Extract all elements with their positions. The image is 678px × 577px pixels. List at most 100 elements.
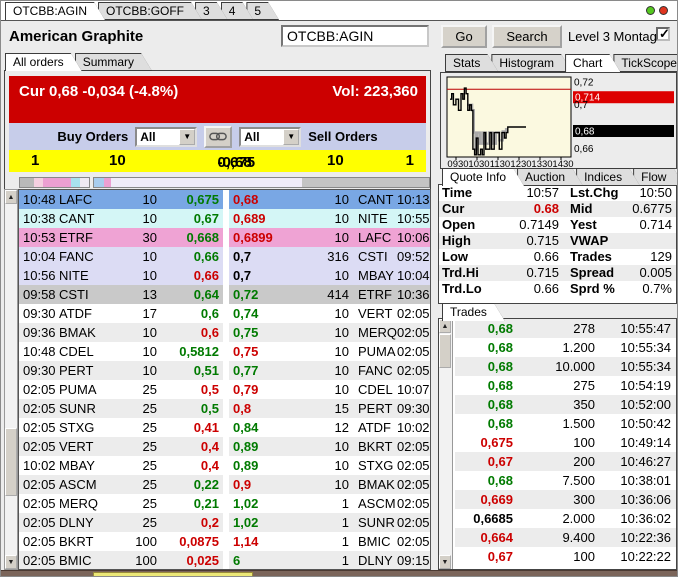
status-dot-red-icon[interactable] xyxy=(659,6,668,15)
scroll-up-arrow-icon[interactable]: ▲ xyxy=(439,319,451,333)
ask-size: 15 xyxy=(293,399,349,418)
svg-text:1230: 1230 xyxy=(510,159,531,168)
search-button[interactable]: Search xyxy=(492,25,562,48)
scrollbar-thumb[interactable] xyxy=(439,334,451,368)
trade-price: 0,67 xyxy=(455,452,513,471)
scroll-down-arrow-icon[interactable]: ▼ xyxy=(5,555,17,569)
trade-price: 0,67 xyxy=(455,547,513,566)
trade-row[interactable]: 0,681.50010:50:42 xyxy=(455,414,676,433)
symbol-input[interactable] xyxy=(281,25,429,47)
go-button[interactable]: Go xyxy=(441,25,487,48)
trade-row[interactable]: 0,6649.40010:22:36 xyxy=(455,528,676,547)
tab-all-orders[interactable]: All orders xyxy=(5,53,82,71)
book-row[interactable]: 09:30ATDF170,60,7410VERT02:05 xyxy=(19,304,430,323)
quote-label: Trades xyxy=(559,249,621,265)
ask-time: 10:36 xyxy=(397,285,430,304)
tab-trades[interactable]: Trades xyxy=(442,303,505,321)
book-row[interactable]: 02:05BMIC1000,02561DLNY09:15 xyxy=(19,551,430,570)
tab-stats[interactable]: Stats xyxy=(445,54,498,72)
trades-scrollbar[interactable]: ▲ ▼ xyxy=(439,319,453,569)
scrollbar-thumb[interactable] xyxy=(5,428,17,496)
trade-row[interactable]: 0,6810.00010:55:34 xyxy=(455,357,676,376)
trade-row[interactable]: 0,67510010:49:14 xyxy=(455,433,676,452)
ask-size: 10 xyxy=(293,190,349,209)
book-row[interactable]: 10:48CDEL100,58120,7510PUMA02:05 xyxy=(19,342,430,361)
trade-row[interactable]: 0,6720010:46:27 xyxy=(455,452,676,471)
trade-row[interactable]: 0,66930010:36:06 xyxy=(455,490,676,509)
depth-segment xyxy=(104,178,111,187)
best-bid-ask-bar: 1 10 0,675-0,68 10 1 xyxy=(9,150,426,172)
book-row[interactable]: 10:53ETRF300,6680,689910LAFC10:06 xyxy=(19,228,430,247)
ask-time: 02:05 xyxy=(397,437,430,456)
book-row[interactable]: 02:05SUNR250,50,815PERT09:30 xyxy=(19,399,430,418)
book-row[interactable]: 02:05STXG250,410,8412ATDF10:02 xyxy=(19,418,430,437)
ask-size: 10 xyxy=(293,342,349,361)
book-row[interactable]: 02:05ASCM250,220,910BMAK02:05 xyxy=(19,475,430,494)
book-row[interactable]: 09:36BMAK100,60,7510MERQ02:05 xyxy=(19,323,430,342)
ask-time: 09:30 xyxy=(397,399,430,418)
svg-text:1430: 1430 xyxy=(552,159,573,168)
book-row[interactable]: 02:05BKRT1000,08751,141BMIC02:05 xyxy=(19,532,430,551)
link-filters-button[interactable] xyxy=(204,126,232,148)
trade-row[interactable]: 0,66852.00010:36:02 xyxy=(455,509,676,528)
book-row[interactable]: 10:48LAFC100,6750,6810CANT10:13 xyxy=(19,190,430,209)
trade-row[interactable]: 0,6835010:52:00 xyxy=(455,395,676,414)
tab-otcbb-goff[interactable]: OTCBB:GOFF xyxy=(98,2,202,20)
ask-mm-code: BMAK xyxy=(349,475,397,494)
tab-chart[interactable]: Chart xyxy=(565,54,620,72)
tab-tickscope[interactable]: TickScope xyxy=(613,54,678,72)
trade-size: 1.200 xyxy=(513,338,595,357)
tab-otcbb-agin[interactable]: OTCBB:AGIN xyxy=(5,2,105,20)
tab-auction[interactable]: Auction xyxy=(517,168,583,186)
book-row[interactable]: 09:58CSTI130,640,72414ETRF10:36 xyxy=(19,285,430,304)
book-row[interactable]: 10:04FANC100,660,7316CSTI09:52 xyxy=(19,247,430,266)
bid-time: 02:05 xyxy=(19,380,59,399)
tab-flow[interactable]: Flow xyxy=(633,168,678,186)
chevron-down-icon[interactable]: ▼ xyxy=(283,129,299,145)
level3-montage-checkbox[interactable] xyxy=(656,27,670,41)
trade-row[interactable]: 0,687.50010:38:01 xyxy=(455,471,676,490)
tab-summary[interactable]: Summary xyxy=(75,53,152,71)
bid-size: 25 xyxy=(105,513,163,532)
bid-size: 100 xyxy=(105,551,163,570)
bid-size: 25 xyxy=(105,437,163,456)
bid-mm-code: PUMA xyxy=(59,380,105,399)
book-row[interactable]: 02:05PUMA250,50,7910CDEL10:07 xyxy=(19,380,430,399)
trade-row[interactable]: 0,6827510:54:19 xyxy=(455,376,676,395)
bid-mm-code: NITE xyxy=(59,266,105,285)
status-dot-green-icon[interactable] xyxy=(646,6,655,15)
quote-label: Cur xyxy=(439,201,489,217)
quote-value: 129 xyxy=(621,249,676,265)
quote-value: 10:50 xyxy=(621,185,676,201)
bid-mm-code: LAFC xyxy=(59,190,105,209)
chevron-down-icon[interactable]: ▼ xyxy=(179,129,195,145)
book-row[interactable]: 10:56NITE100,660,710MBAY10:04 xyxy=(19,266,430,285)
depth-segment xyxy=(20,178,34,187)
bid-mm-code: CANT xyxy=(59,209,105,228)
book-row[interactable]: 09:30PERT100,510,7710FANC02:05 xyxy=(19,361,430,380)
trade-row[interactable]: 0,6710010:22:22 xyxy=(455,547,676,566)
scroll-up-arrow-icon[interactable]: ▲ xyxy=(5,190,17,204)
tab-indices[interactable]: Indices xyxy=(576,168,640,186)
order-book-scrollbar[interactable]: ▲ ▼ xyxy=(4,189,18,570)
bid-price: 0,41 xyxy=(163,418,223,437)
bid-price: 0,67 xyxy=(163,209,223,228)
trade-row[interactable]: 0,6827810:55:47 xyxy=(455,319,676,338)
ask-size: 10 xyxy=(293,456,349,475)
book-row[interactable]: 02:05DLNY250,21,021SUNR02:05 xyxy=(19,513,430,532)
book-row[interactable]: 10:02MBAY250,40,8910STXG02:05 xyxy=(19,456,430,475)
tab-quote-info[interactable]: Quote Info xyxy=(442,168,524,186)
tab-histogram[interactable]: Histogram xyxy=(491,54,572,72)
bid-mm-code: MERQ xyxy=(59,494,105,513)
buy-filter-dropdown[interactable]: All ▼ xyxy=(135,127,197,147)
ask-time: 02:05 xyxy=(397,323,430,342)
book-row[interactable]: 10:38CANT100,670,68910NITE10:55 xyxy=(19,209,430,228)
trade-row[interactable]: 0,681.20010:55:34 xyxy=(455,338,676,357)
book-row[interactable]: 02:05MERQ250,211,021ASCM02:05 xyxy=(19,494,430,513)
trade-price: 0,68 xyxy=(455,338,513,357)
book-row[interactable]: 02:05VERT250,40,8910BKRT02:05 xyxy=(19,437,430,456)
scroll-down-arrow-icon[interactable]: ▼ xyxy=(439,555,451,569)
bid-size: 10 xyxy=(105,247,163,266)
sell-filter-dropdown[interactable]: All ▼ xyxy=(239,127,301,147)
trade-size: 200 xyxy=(513,452,595,471)
